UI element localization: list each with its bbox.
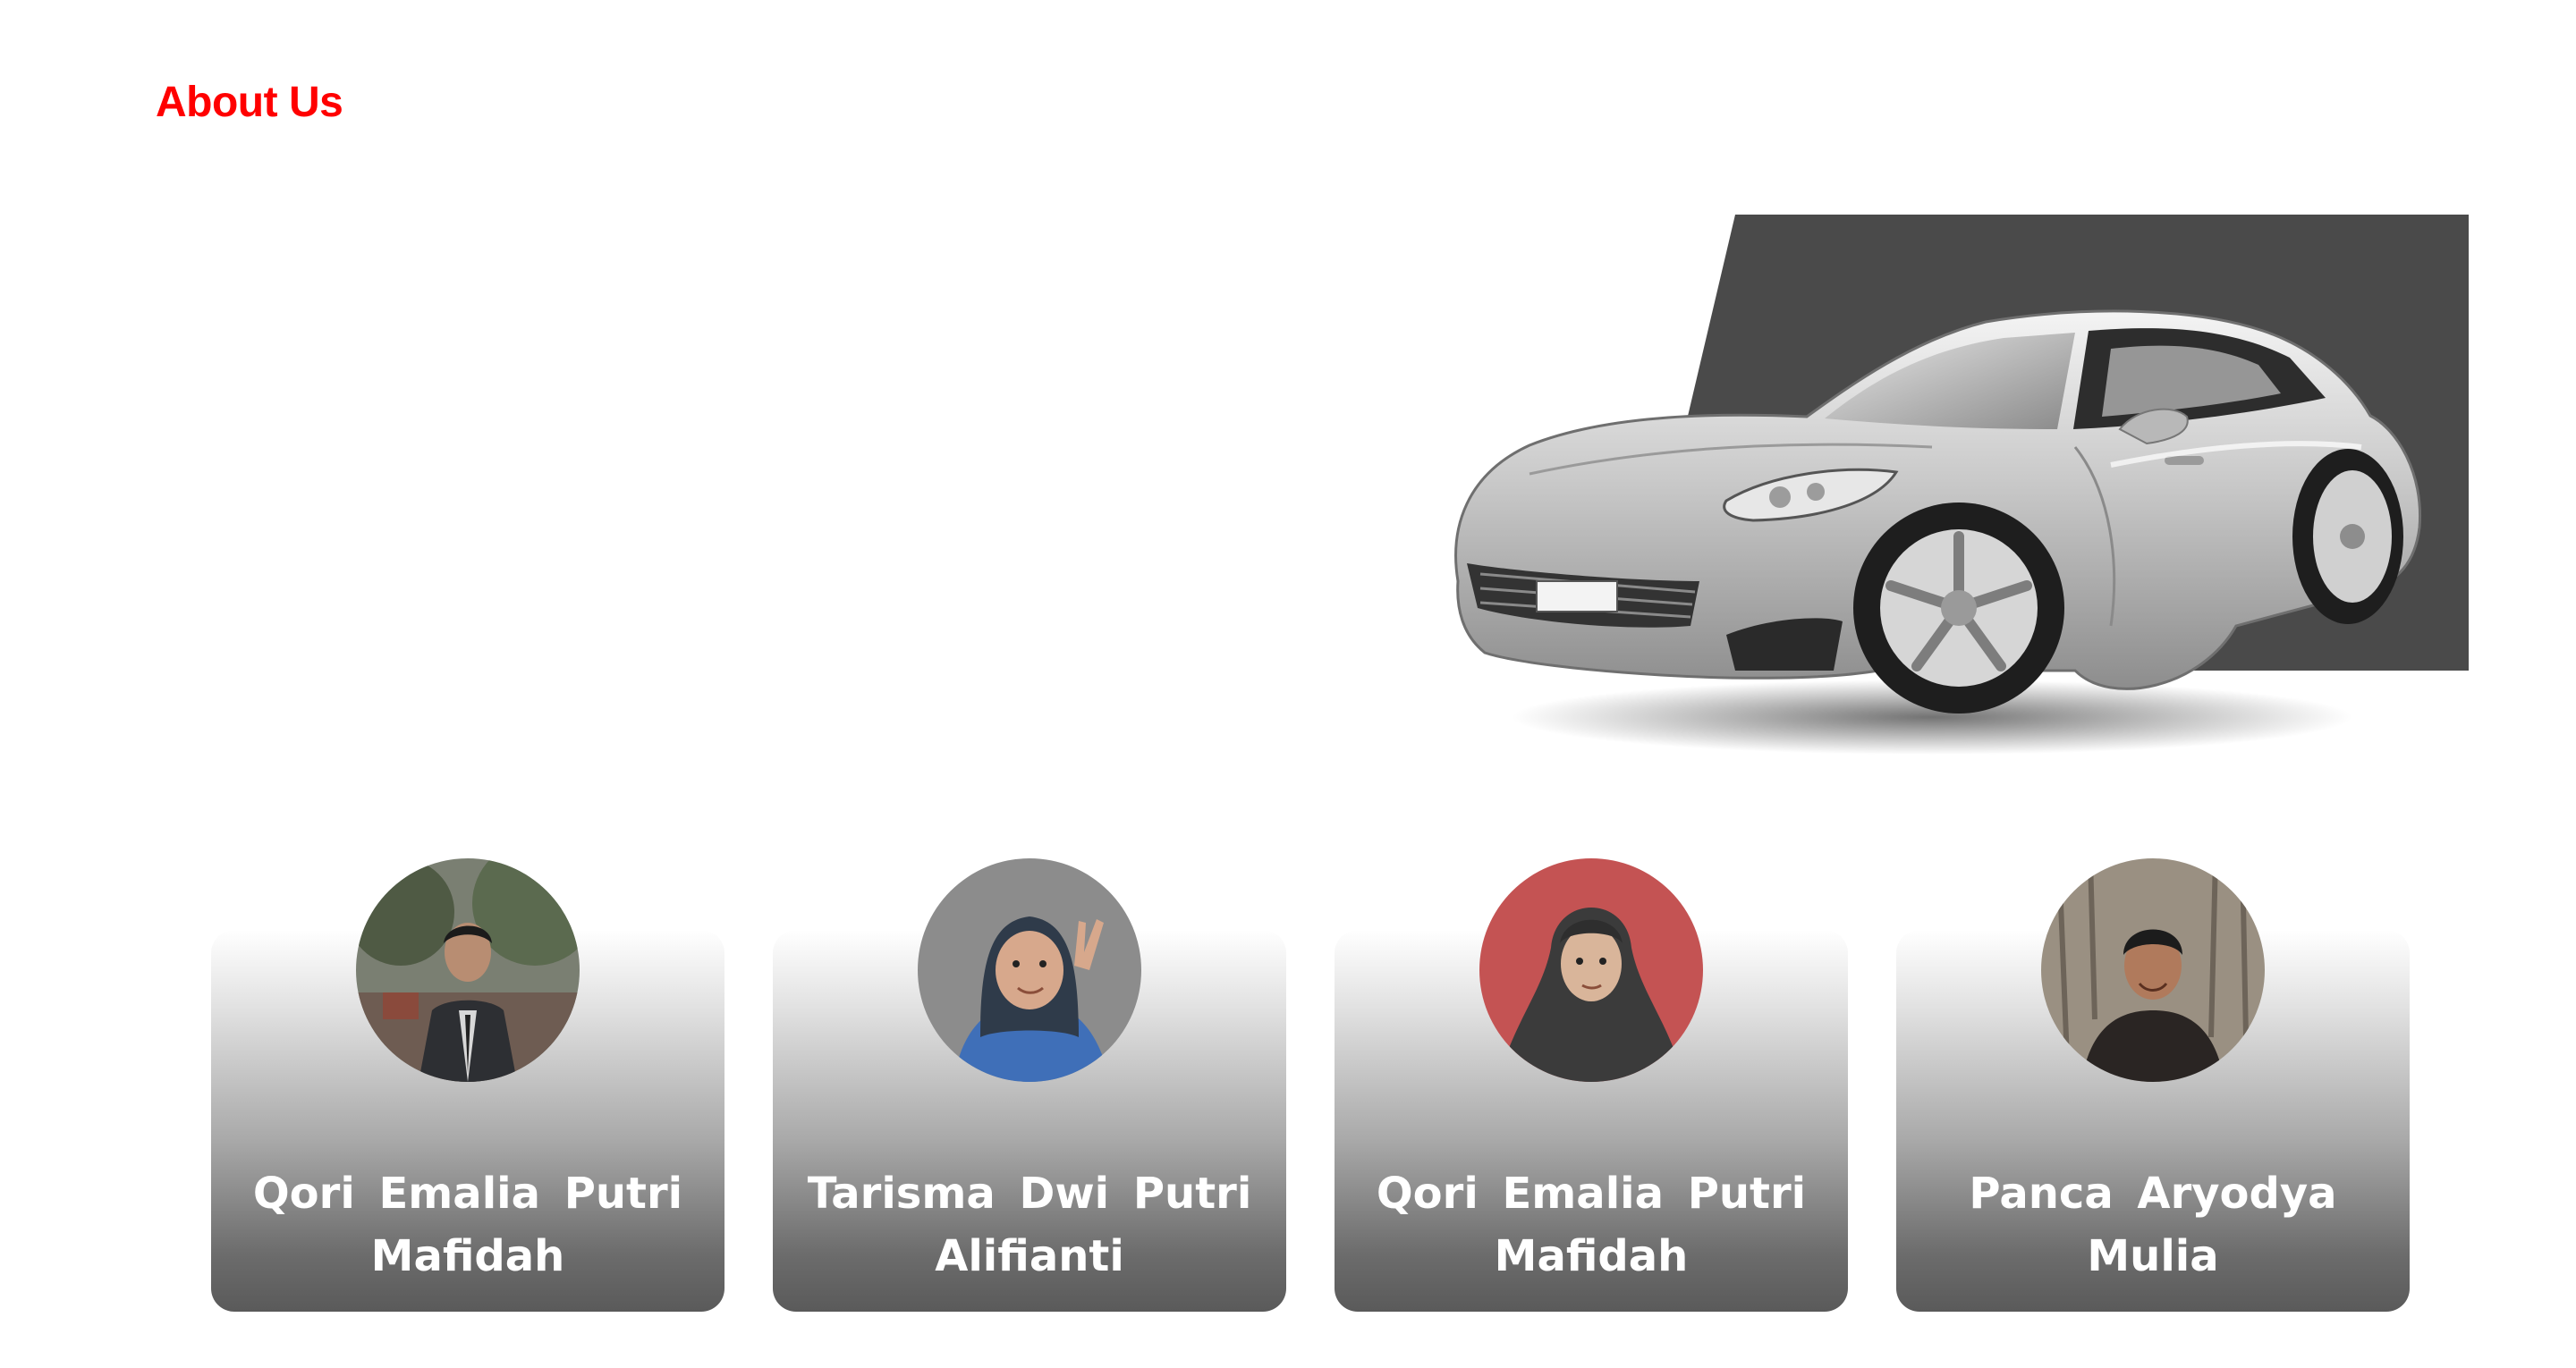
team-section: Qori Emalia Putri Mafidah Tarisma Dwi Pu… — [211, 858, 2410, 1323]
member-name: Qori Emalia Putri Mafidah — [252, 1169, 683, 1281]
woman-in-hijab-photo — [1479, 858, 1703, 1082]
team-card: Tarisma Dwi Putri Alifianti — [773, 858, 1286, 1312]
young-man-photo — [2041, 858, 2265, 1082]
sports-car-image — [1454, 215, 2469, 755]
man-in-suit-photo — [356, 858, 580, 1082]
team-card: Panca Aryodya Mulia — [1896, 858, 2410, 1312]
team-card: Qori Emalia Putri Mafidah — [211, 858, 724, 1312]
girl-in-hijab-photo — [918, 858, 1141, 1082]
page-title: About Us — [156, 79, 343, 126]
member-name: Panca Aryodya Mulia — [1969, 1169, 2337, 1281]
member-name: Tarisma Dwi Putri Alifianti — [807, 1169, 1252, 1281]
team-card: Qori Emalia Putri Mafidah — [1335, 858, 1848, 1312]
hero-banner — [1431, 206, 2487, 778]
about-page: About Us Qori Emalia Putri Mafidah Taris… — [0, 0, 2576, 1368]
member-name: Qori Emalia Putri Mafidah — [1376, 1169, 1807, 1281]
